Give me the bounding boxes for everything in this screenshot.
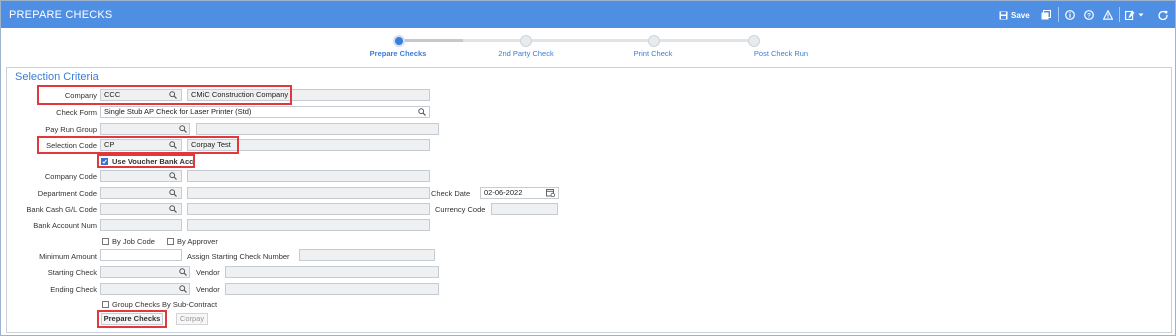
highlight-box bbox=[37, 85, 292, 105]
alert-button[interactable] bbox=[1103, 8, 1113, 22]
svg-text:?: ? bbox=[1087, 13, 1091, 20]
bank-account-num-field[interactable] bbox=[100, 219, 182, 231]
step-2nd-party-check[interactable]: 2nd Party Check bbox=[498, 49, 553, 58]
by-job-code-checkbox[interactable] bbox=[102, 238, 109, 245]
pay-run-group-label: Pay Run Group bbox=[45, 125, 97, 134]
starting-vendor-label: Vendor bbox=[196, 268, 220, 277]
search-icon[interactable] bbox=[169, 205, 177, 213]
ending-check-field[interactable] bbox=[100, 283, 190, 295]
section-title: Selection Criteria bbox=[15, 71, 99, 83]
step-2-dot[interactable] bbox=[520, 35, 532, 47]
bank-cash-gl-name-field bbox=[187, 203, 430, 215]
check-form-label: Check Form bbox=[56, 108, 97, 117]
group-checks-by-sub-contract-checkbox[interactable] bbox=[102, 301, 109, 308]
department-code-label: Department Code bbox=[37, 189, 97, 198]
step-connector bbox=[399, 39, 463, 42]
company-code-name-field bbox=[187, 170, 430, 182]
check-date-label: Check Date bbox=[431, 189, 471, 198]
by-approver-label: By Approver bbox=[177, 237, 218, 246]
step-4-dot[interactable] bbox=[748, 35, 760, 47]
assign-starting-check-number-field[interactable] bbox=[299, 249, 435, 261]
help-icon: ? bbox=[1084, 10, 1094, 20]
search-icon[interactable] bbox=[169, 172, 177, 180]
highlight-box bbox=[97, 154, 195, 168]
assign-starting-check-number-label: Assign Starting Check Number bbox=[187, 252, 290, 261]
check-form-value: Single Stub AP Check for Laser Printer (… bbox=[104, 107, 252, 116]
group-checks-by-sub-contract-label: Group Checks By Sub-Contract bbox=[112, 300, 218, 309]
minimum-amount-label: Minimum Amount bbox=[39, 252, 97, 261]
ending-vendor-field[interactable] bbox=[225, 283, 439, 295]
copy-button[interactable] bbox=[1041, 8, 1051, 22]
save-icon bbox=[999, 11, 1008, 19]
refresh-button[interactable] bbox=[1158, 8, 1168, 22]
step-post-check-run[interactable]: Post Check Run bbox=[754, 49, 808, 58]
corpay-button[interactable]: Corpay bbox=[176, 313, 208, 325]
department-code-name-field bbox=[187, 187, 430, 199]
search-icon[interactable] bbox=[179, 125, 187, 133]
starting-check-label: Starting Check bbox=[47, 268, 97, 277]
bank-account-num-label: Bank Account Num bbox=[33, 221, 97, 230]
check-form-input[interactable]: Single Stub AP Check for Laser Printer (… bbox=[100, 106, 430, 118]
calendar-icon[interactable] bbox=[546, 188, 555, 197]
edit-menu-button[interactable] bbox=[1125, 8, 1144, 22]
highlight-box bbox=[37, 136, 239, 154]
step-3-dot[interactable] bbox=[648, 35, 660, 47]
step-1-dot[interactable] bbox=[393, 35, 405, 47]
help-button[interactable]: ? bbox=[1084, 8, 1094, 22]
bank-account-name-field bbox=[187, 219, 430, 231]
bank-cash-gl-code-label: Bank Cash G/L Code bbox=[26, 205, 97, 214]
currency-code-label: Currency Code bbox=[435, 205, 486, 214]
step-connector bbox=[463, 39, 525, 42]
pay-run-group-input[interactable] bbox=[100, 123, 190, 135]
search-icon[interactable] bbox=[179, 285, 187, 293]
starting-check-field[interactable] bbox=[100, 266, 190, 278]
step-connector bbox=[525, 39, 753, 42]
minimum-amount-input[interactable] bbox=[100, 249, 182, 261]
search-icon[interactable] bbox=[169, 189, 177, 197]
edit-icon bbox=[1125, 10, 1135, 20]
save-label: Save bbox=[1011, 10, 1030, 20]
info-button[interactable] bbox=[1065, 8, 1075, 22]
app-window: PREPARE CHECKS Save ? Prepare Checks 2nd… bbox=[0, 0, 1176, 336]
title-bar: PREPARE CHECKS Save ? bbox=[1, 1, 1175, 28]
currency-code-field[interactable] bbox=[491, 203, 558, 215]
by-approver-checkbox[interactable] bbox=[167, 238, 174, 245]
copy-icon bbox=[1041, 10, 1051, 20]
info-icon bbox=[1065, 10, 1075, 20]
ending-check-label: Ending Check bbox=[50, 285, 97, 294]
refresh-icon bbox=[1158, 10, 1168, 20]
by-job-code-label: By Job Code bbox=[112, 237, 155, 246]
step-print-check[interactable]: Print Check bbox=[634, 49, 673, 58]
highlight-box bbox=[97, 310, 167, 328]
company-code-label: Company Code bbox=[44, 172, 97, 181]
page-title: PREPARE CHECKS bbox=[9, 9, 113, 21]
starting-vendor-field[interactable] bbox=[225, 266, 439, 278]
search-icon[interactable] bbox=[179, 268, 187, 276]
chevron-down-icon bbox=[1138, 13, 1144, 17]
check-date-value: 02-06-2022 bbox=[484, 188, 523, 197]
search-icon[interactable] bbox=[418, 108, 426, 116]
save-button[interactable]: Save bbox=[999, 8, 1030, 22]
ending-vendor-label: Vendor bbox=[196, 285, 220, 294]
step-prepare-checks[interactable]: Prepare Checks bbox=[370, 49, 427, 58]
warning-icon bbox=[1103, 10, 1113, 20]
pay-run-group-name-field bbox=[196, 123, 439, 135]
